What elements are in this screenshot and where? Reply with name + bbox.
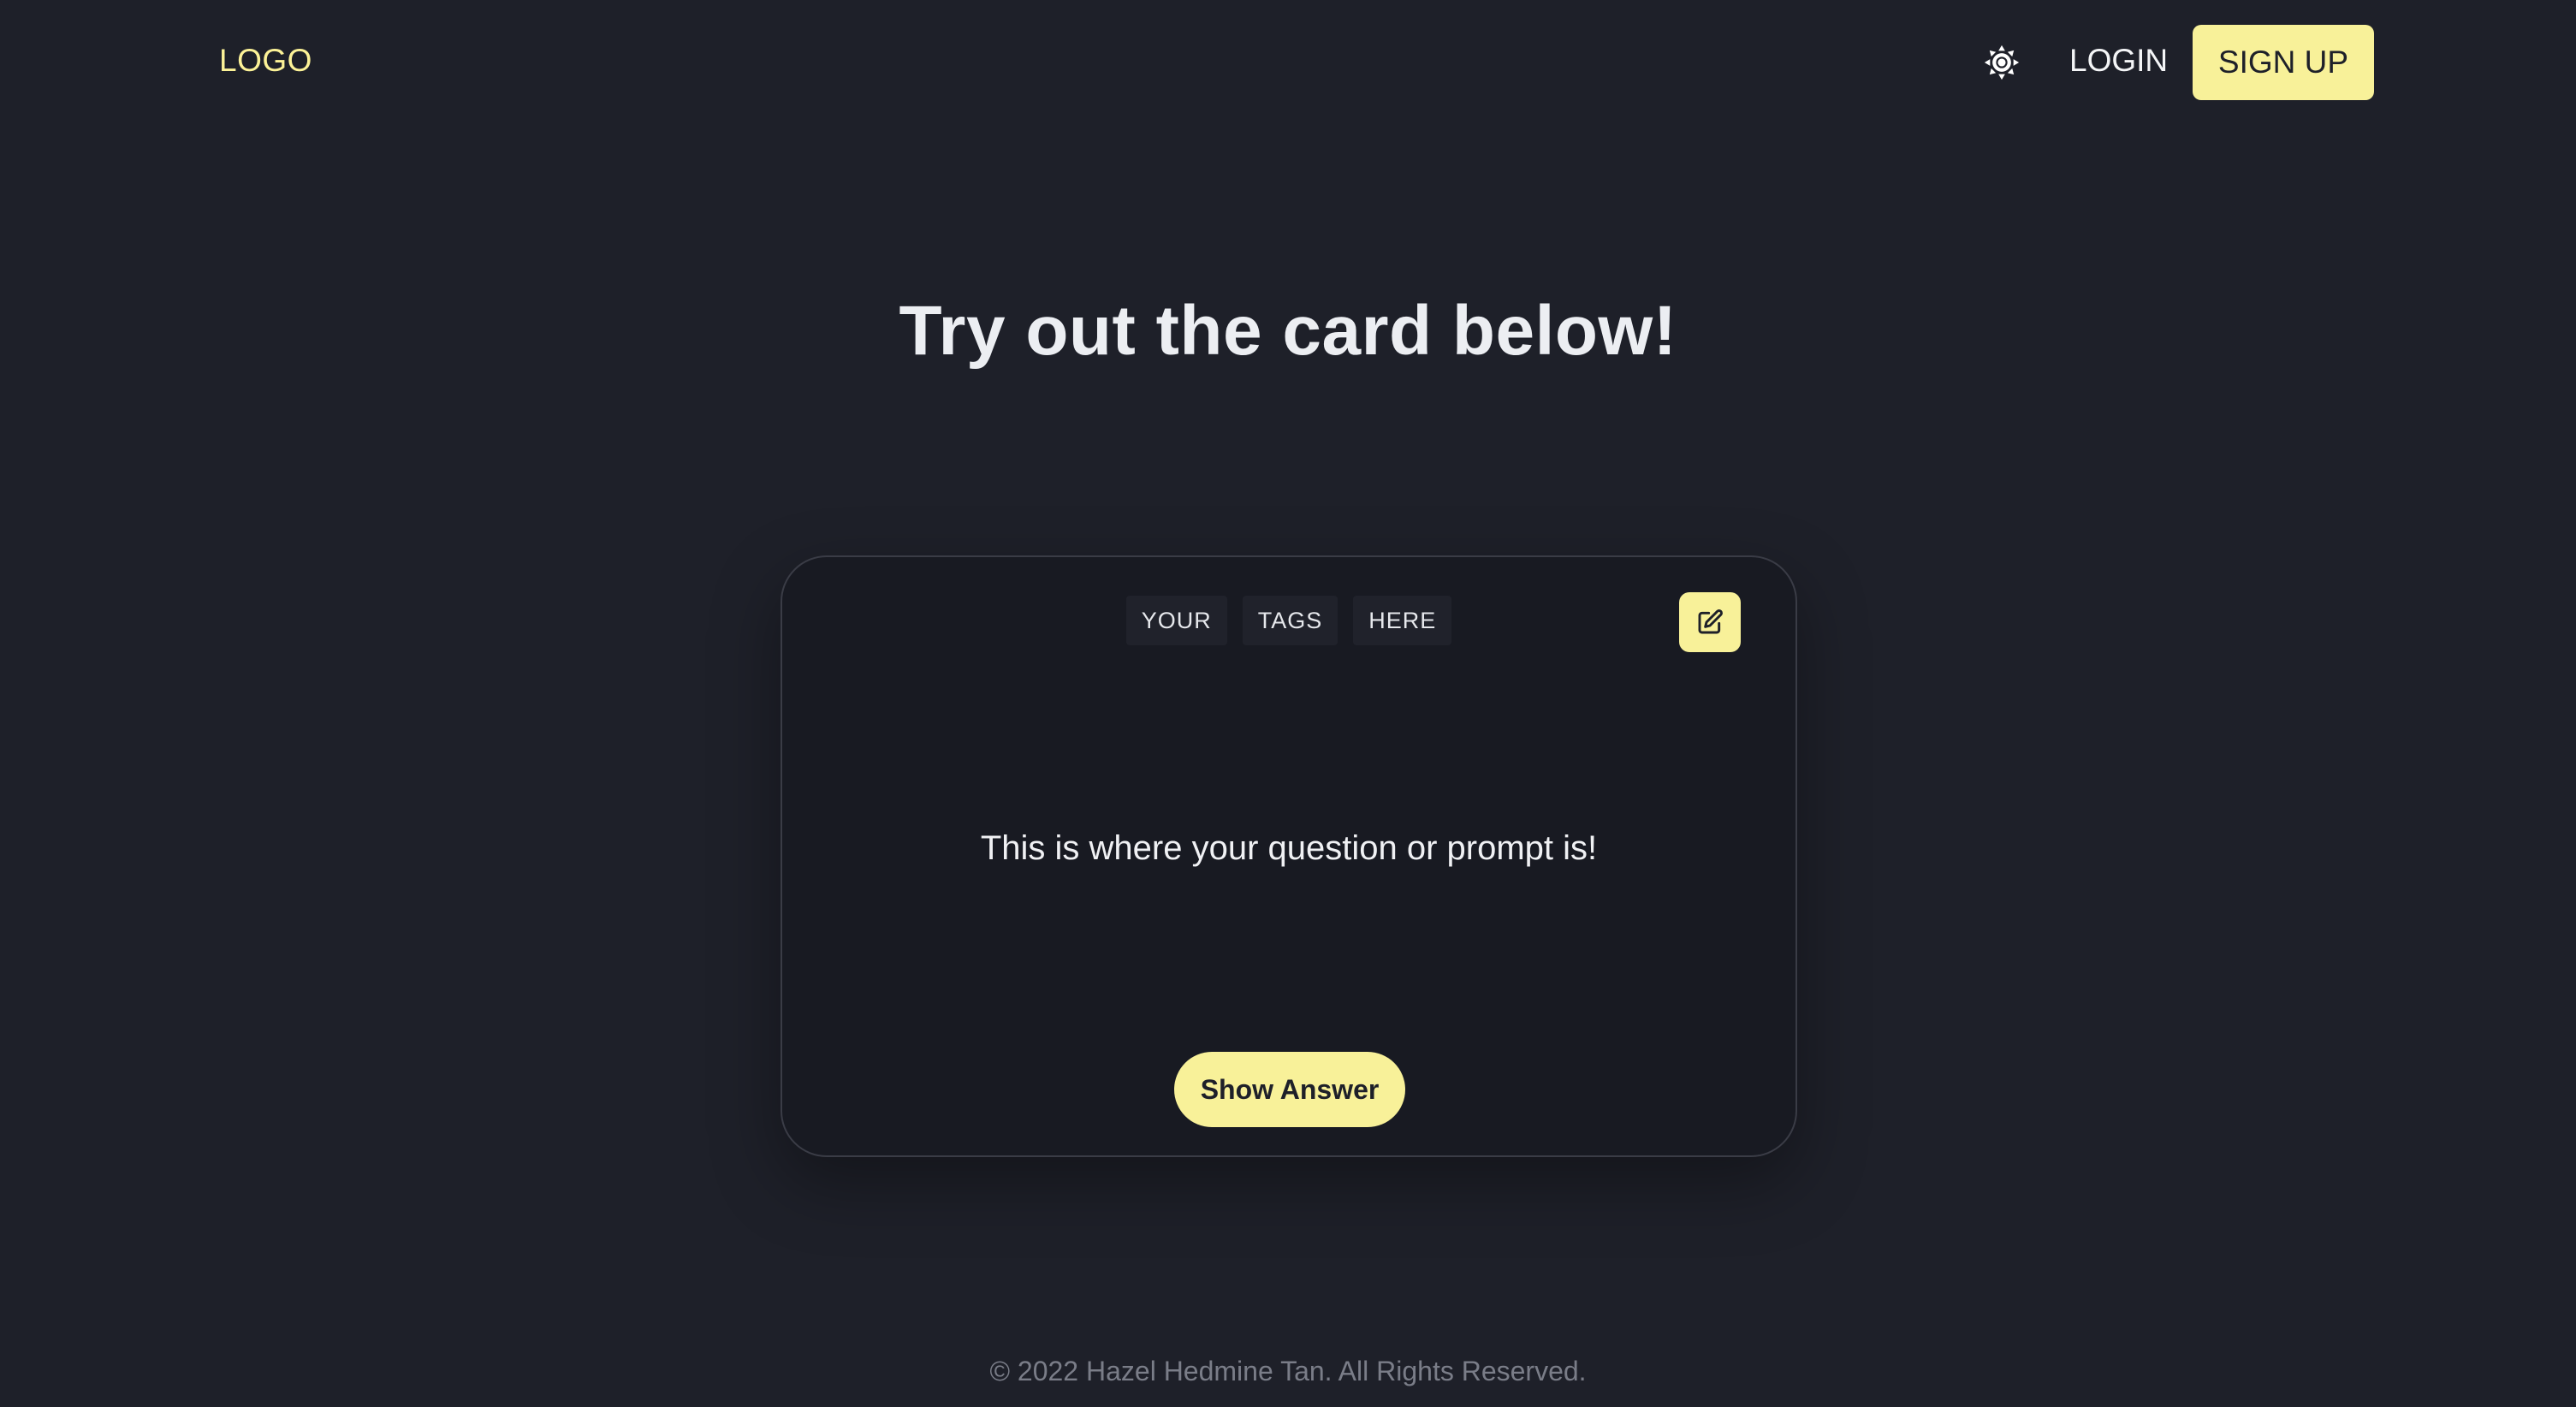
- page-heading: Try out the card below!: [899, 292, 1677, 370]
- tag-item: YOUR: [1125, 596, 1227, 645]
- footer-copyright: © 2022 Hazel Hedmine Tan. All Rights Res…: [989, 1356, 1587, 1386]
- login-link[interactable]: LOGIN: [2069, 43, 2168, 79]
- tag-item: HERE: [1353, 596, 1452, 645]
- edit-icon: [1698, 609, 1723, 634]
- tag-item: TAGS: [1242, 596, 1338, 645]
- card-prompt: This is where your question or prompt is…: [980, 829, 1598, 867]
- sign-up-button[interactable]: SIGN UP: [2193, 25, 2374, 100]
- tag-list: YOUR TAGS HERE: [782, 596, 1795, 645]
- edit-card-button[interactable]: [1679, 592, 1741, 652]
- page: LOGO LOGIN SIGN UP Try out the card belo…: [0, 0, 2576, 1407]
- show-answer-button[interactable]: Show Answer: [1174, 1052, 1405, 1127]
- logo[interactable]: LOGO: [219, 43, 312, 79]
- flashcard: YOUR TAGS HERE This is where your questi…: [781, 555, 1797, 1157]
- sun-icon: [1984, 45, 2020, 80]
- theme-toggle-button[interactable]: [1982, 43, 2021, 82]
